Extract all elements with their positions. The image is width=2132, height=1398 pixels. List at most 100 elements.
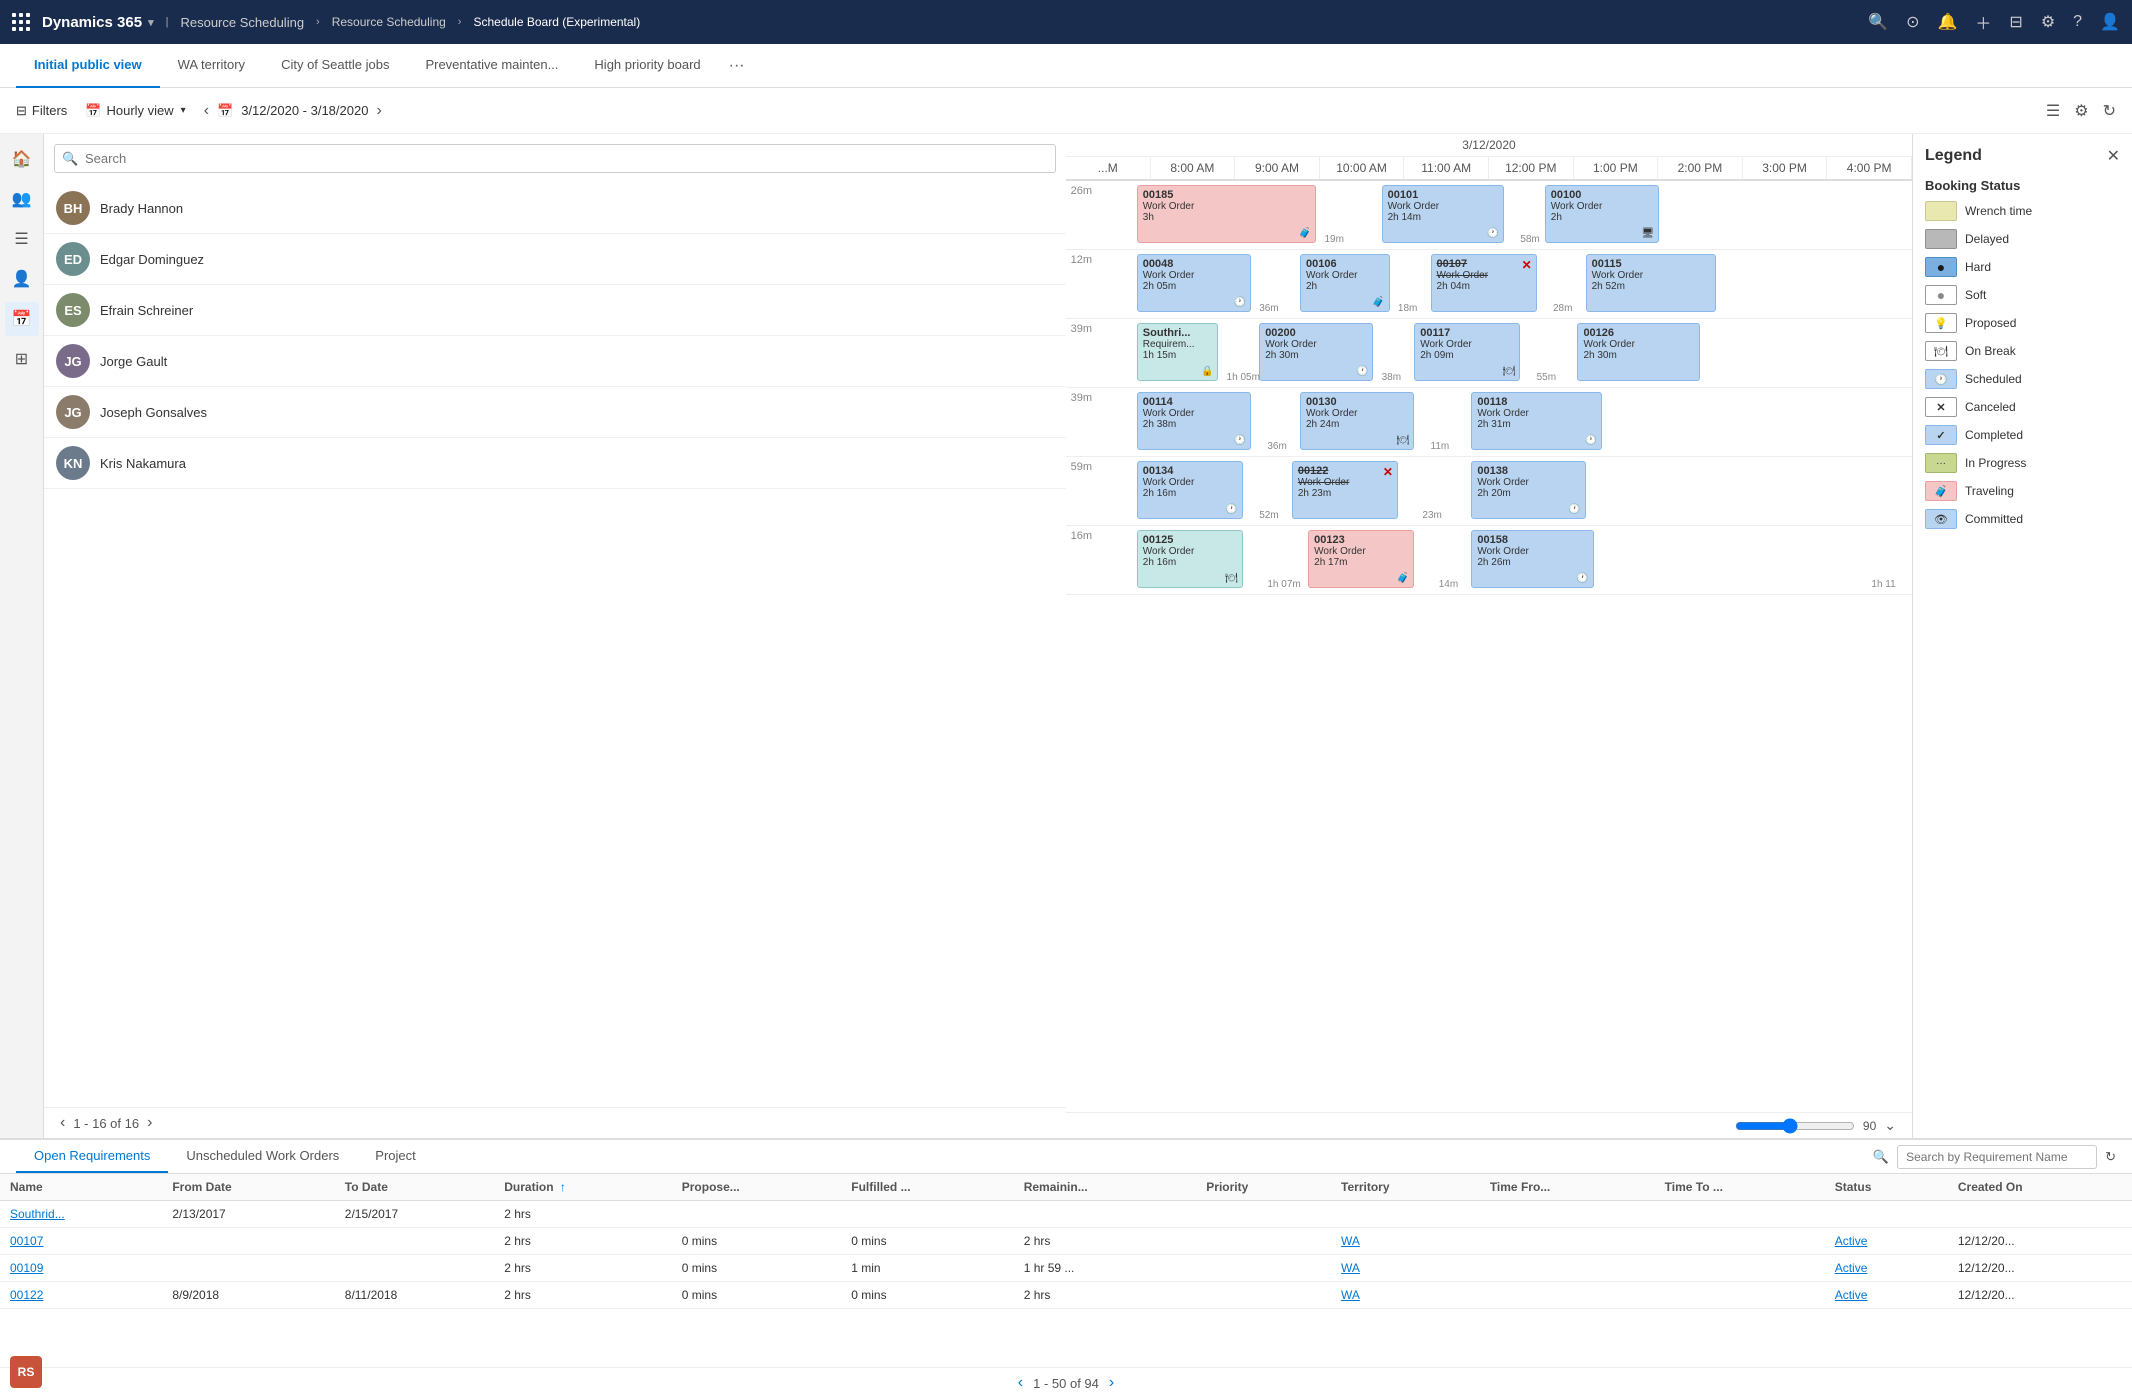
cell-status[interactable]: Active <box>1825 1228 1948 1255</box>
new-icon[interactable]: ＋ <box>1975 10 1991 34</box>
notifications-icon[interactable]: 🔔 <box>1937 12 1957 32</box>
booking-block[interactable]: 00114 Work Order 2h 38m 🕐 <box>1137 392 1251 450</box>
row-gap-label: 12m <box>1066 250 1096 318</box>
booking-block[interactable]: 00122 Work Order 2h 23m ✕ <box>1292 461 1398 519</box>
booking-block[interactable]: 00107 Work Order 2h 04m ✕ <box>1431 254 1537 312</box>
help-icon[interactable]: ? <box>2073 13 2082 31</box>
legend-item-delayed: Delayed <box>1925 229 2120 249</box>
cell-name[interactable]: 00122 <box>0 1282 162 1309</box>
waffle-menu[interactable] <box>12 13 30 31</box>
user-icon[interactable]: 👤 <box>2100 12 2120 32</box>
legend-label: Committed <box>1965 512 2023 526</box>
schedule-row: 16m 00125 Work Order 2h 16m 🍽 00123 <box>1066 526 1912 595</box>
cell-time-to <box>1655 1228 1825 1255</box>
booking-block[interactable]: 00101 Work Order 2h 14m 🕐 <box>1382 185 1504 243</box>
resource-item[interactable]: KN Kris Nakamura <box>44 438 1066 489</box>
cell-proposed: 0 mins <box>672 1228 842 1255</box>
booking-block[interactable]: 00134 Work Order 2h 16m 🕐 <box>1137 461 1243 519</box>
calendar2-icon[interactable]: 📅 <box>5 302 39 336</box>
tasks-icon[interactable]: ⊙ <box>1906 12 1919 32</box>
person-icon[interactable]: 👤 <box>5 262 39 296</box>
booking-block[interactable]: 00125 Work Order 2h 16m 🍽 <box>1137 530 1243 588</box>
booking-block[interactable]: 00130 Work Order 2h 24m 🍽 <box>1300 392 1414 450</box>
view-selector[interactable]: 📅 Hourly view ▾ <box>77 99 193 123</box>
cell-name[interactable]: Southrid... <box>0 1201 162 1228</box>
search-input[interactable] <box>54 144 1056 173</box>
cell-time-from <box>1480 1228 1655 1255</box>
legend-swatch: 🕐 <box>1925 369 1957 389</box>
booking-icon: 🕐 <box>1576 573 1588 584</box>
pagination-prev[interactable]: ‹ <box>60 1114 65 1132</box>
legend-close-button[interactable]: ✕ <box>2107 146 2120 166</box>
resource-item[interactable]: ED Edgar Dominguez <box>44 234 1066 285</box>
booking-block[interactable]: 00118 Work Order 2h 31m 🕐 <box>1471 392 1602 450</box>
booking-block[interactable]: 00117 Work Order 2h 09m 🍽 <box>1414 323 1520 381</box>
refresh-icon[interactable]: ↻ <box>2103 101 2116 121</box>
booking-block[interactable]: 00115 Work Order 2h 52m <box>1586 254 1717 312</box>
booking-icon: 🕐 <box>1234 297 1246 308</box>
cell-name[interactable]: 00107 <box>0 1228 162 1255</box>
avatar: JG <box>56 344 90 378</box>
booking-block[interactable]: 00106 Work Order 2h 🧳 <box>1300 254 1390 312</box>
tab-wa-territory[interactable]: WA territory <box>160 44 263 88</box>
gap-label: 58m <box>1520 234 1539 245</box>
legend-label: Canceled <box>1965 400 2016 414</box>
booking-block[interactable]: 00138 Work Order 2h 20m 🕐 <box>1471 461 1585 519</box>
booking-block[interactable]: 00158 Work Order 2h 26m 🕐 <box>1471 530 1593 588</box>
tab-project[interactable]: Project <box>357 1140 433 1173</box>
tab-high-priority[interactable]: High priority board <box>576 44 718 88</box>
list-view-icon[interactable]: ☰ <box>2046 101 2060 121</box>
cell-name[interactable]: 00109 <box>0 1255 162 1282</box>
pagination-next[interactable]: › <box>147 1114 152 1132</box>
schedule-area: 3/12/2020 ...M 8:00 AM 9:00 AM 10:00 AM … <box>1066 134 1912 1138</box>
cell-time-from <box>1480 1282 1655 1309</box>
people-icon[interactable]: 👥 <box>5 182 39 216</box>
zoom-slider[interactable] <box>1735 1118 1855 1134</box>
tab-preventative[interactable]: Preventative mainten... <box>407 44 576 88</box>
booking-block[interactable]: 00100 Work Order 2h 🖥 <box>1545 185 1659 243</box>
col-duration[interactable]: Duration ↑ <box>494 1174 671 1201</box>
bottom-next-button[interactable]: › <box>1109 1374 1114 1392</box>
resource-item[interactable]: JG Jorge Gault <box>44 336 1066 387</box>
booking-block[interactable]: 00123 Work Order 2h 17m 🧳 <box>1308 530 1414 588</box>
search-icon[interactable]: 🔍 <box>1868 12 1888 32</box>
breadcrumb1[interactable]: Resource Scheduling <box>332 15 446 29</box>
prev-date-button[interactable]: ‹ <box>204 102 209 120</box>
next-date-button[interactable]: › <box>376 102 381 120</box>
booking-block[interactable]: Southri... Requirem... 1h 15m 🔒 <box>1137 323 1219 381</box>
tab-open-requirements[interactable]: Open Requirements <box>16 1140 168 1173</box>
filters-button[interactable]: ⊟ Filters <box>16 103 67 119</box>
cell-status[interactable]: Active <box>1825 1255 1948 1282</box>
tab-initial-public[interactable]: Initial public view <box>16 44 160 88</box>
booking-block[interactable]: 00200 Work Order 2h 30m 🕐 <box>1259 323 1373 381</box>
gap-label: 1h 07m <box>1267 579 1300 590</box>
settings-icon[interactable]: ⚙ <box>2041 12 2055 32</box>
booking-block[interactable]: 00048 Work Order 2h 05m 🕐 <box>1137 254 1251 312</box>
expand-row-button[interactable]: ⌄ <box>1884 1117 1896 1134</box>
list-icon[interactable]: ☰ <box>5 222 39 256</box>
app-title-chevron[interactable]: ▾ <box>148 16 154 29</box>
resource-item[interactable]: BH Brady Hannon <box>44 183 1066 234</box>
booking-icon: 🧳 <box>1372 297 1384 308</box>
cell-territory[interactable]: WA <box>1331 1228 1480 1255</box>
booking-block[interactable]: 00126 Work Order 2h 30m <box>1577 323 1699 381</box>
refresh-search-icon[interactable]: ↻ <box>2105 1149 2116 1165</box>
legend-item-scheduled: 🕐 Scheduled <box>1925 369 2120 389</box>
tab-unscheduled[interactable]: Unscheduled Work Orders <box>168 1140 357 1173</box>
cell-territory[interactable]: WA <box>1331 1255 1480 1282</box>
resource-item[interactable]: ES Efrain Schreiner <box>44 285 1066 336</box>
settings2-icon[interactable]: ⚙ <box>2074 101 2088 121</box>
cell-territory[interactable]: WA <box>1331 1282 1480 1309</box>
booking-block[interactable]: 00185 Work Order 3h 🧳 <box>1137 185 1317 243</box>
grid-icon[interactable]: ⊞ <box>5 342 39 376</box>
bottom-search-input[interactable] <box>1897 1145 2097 1169</box>
cell-status[interactable]: Active <box>1825 1282 1948 1309</box>
filter-icon[interactable]: ⊟ <box>2009 12 2022 32</box>
tab-more[interactable]: ··· <box>719 57 755 75</box>
tab-city-seattle[interactable]: City of Seattle jobs <box>263 44 407 88</box>
bottom-prev-button[interactable]: ‹ <box>1018 1374 1023 1392</box>
resource-item[interactable]: JG Joseph Gonsalves <box>44 387 1066 438</box>
bottom-search-icon: 🔍 <box>1873 1149 1889 1165</box>
home-icon[interactable]: 🏠 <box>5 142 39 176</box>
legend-item-canceled: ✕ Canceled <box>1925 397 2120 417</box>
